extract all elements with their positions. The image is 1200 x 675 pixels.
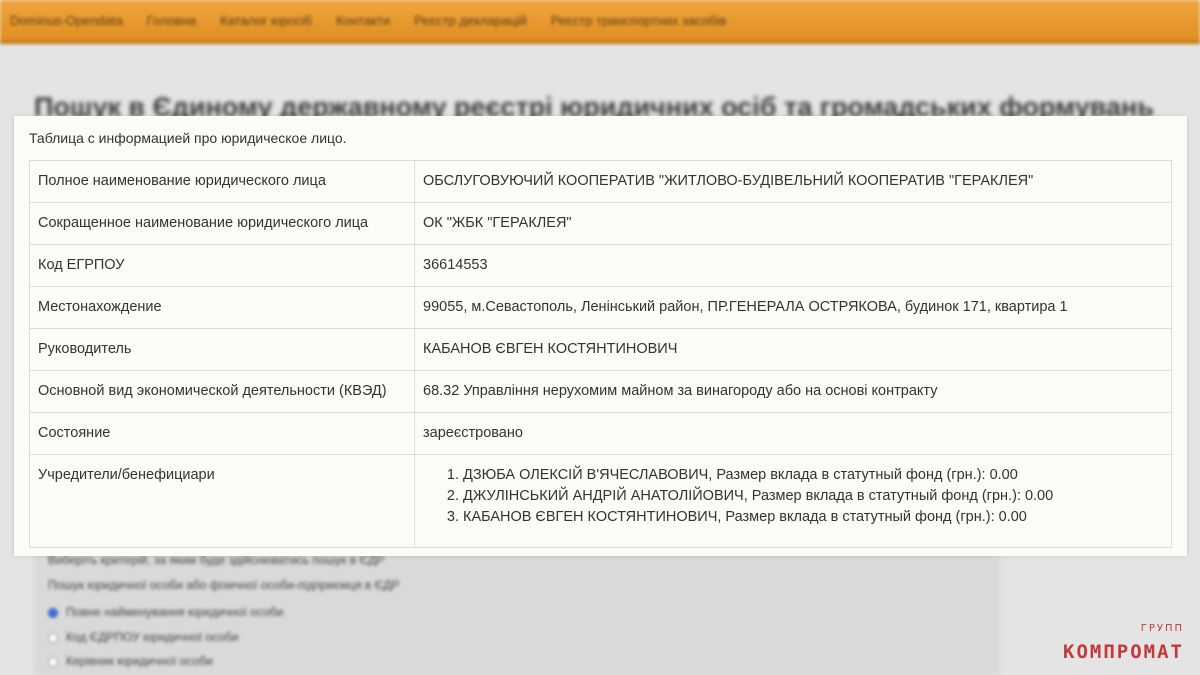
- nav-declarations[interactable]: Реєстр декларацій: [414, 13, 527, 28]
- row-key-code: Код ЕГРПОУ: [29, 244, 415, 287]
- table-row: Основной вид экономической деятельности …: [29, 370, 1172, 413]
- list-item: ДЗЮБА ОЛЕКСІЙ В'ЯЧЕСЛАВОВИЧ, Размер вкла…: [463, 465, 1163, 486]
- row-value-code: 36614553: [414, 244, 1172, 287]
- row-value-full-name: ОБСЛУГОВУЮЧИЙ КООПЕРАТИВ "ЖИТЛОВО-БУДІВЕ…: [414, 160, 1172, 203]
- row-key-location: Местонахождение: [29, 286, 415, 329]
- nav-brand[interactable]: Dominus-Opendata: [10, 13, 123, 28]
- row-key-founders: Учредители/бенефициари: [29, 454, 415, 548]
- radio-icon[interactable]: [48, 656, 58, 667]
- table-row: Руководитель КАБАНОВ ЄВГЕН КОСТЯНТИНОВИЧ: [29, 328, 1172, 371]
- row-value-activity: 68.32 Управління нерухомим майном за вин…: [414, 370, 1172, 413]
- table-caption: Таблица с информацией про юридическое ли…: [29, 130, 347, 146]
- radio-label: Керівник юридичної особи: [66, 654, 213, 668]
- radio-label: Код ЄДРПОУ юридичної особи: [66, 630, 239, 644]
- radio-icon[interactable]: [48, 607, 58, 618]
- radio-icon[interactable]: [48, 632, 58, 643]
- list-item: ДЖУЛІНСЬКИЙ АНДРІЙ АНАТОЛІЙОВИЧ, Размер …: [463, 486, 1163, 507]
- row-key-director: Руководитель: [29, 328, 415, 371]
- watermark-small-text: ГРУПП: [1140, 623, 1184, 634]
- row-key-status: Состояние: [29, 412, 415, 455]
- table-row: Местонахождение 99055, м.Севастополь, Ле…: [29, 286, 1172, 329]
- row-value-short-name: ОК "ЖБК "ГЕРАКЛЕЯ": [414, 202, 1172, 245]
- nav-catalog[interactable]: Каталог юросіб: [220, 13, 312, 28]
- list-item: КАБАНОВ ЄВГЕН КОСТЯНТИНОВИЧ, Размер вкла…: [463, 507, 1163, 528]
- nav-home[interactable]: Головна: [147, 13, 196, 28]
- table-row: Учредители/бенефициари ДЗЮБА ОЛЕКСІЙ В'Я…: [29, 454, 1172, 548]
- row-key-short-name: Сокращенное наименование юридического ли…: [29, 202, 415, 245]
- table-row: Сокращенное наименование юридического ли…: [29, 202, 1172, 245]
- table-row: Код ЕГРПОУ 36614553: [29, 244, 1172, 287]
- row-value-location: 99055, м.Севастополь, Ленінський район, …: [414, 286, 1172, 329]
- founders-list: ДЗЮБА ОЛЕКСІЙ В'ЯЧЕСЛАВОВИЧ, Размер вкла…: [463, 465, 1163, 528]
- top-navigation: Dominus-Opendata Головна Каталог юросіб …: [0, 0, 1200, 44]
- row-value-status: зареєстровано: [414, 412, 1172, 455]
- row-key-full-name: Полное наименование юридического лица: [29, 160, 415, 203]
- form-subtitle: Пошук юридичної особи або фізичної особи…: [48, 578, 400, 592]
- nav-contacts[interactable]: Контакти: [336, 13, 390, 28]
- nav-vehicles[interactable]: Реєстр транспортних засобів: [551, 13, 726, 28]
- row-key-activity: Основной вид экономической деятельности …: [29, 370, 415, 413]
- table-row: Полное наименование юридического лица ОБ…: [29, 160, 1172, 203]
- radio-code[interactable]: Код ЄДРПОУ юридичної особи: [48, 630, 239, 644]
- watermark-main-text: КОМПРОМАТ: [1063, 641, 1184, 663]
- legal-entity-info-panel: Таблица с информацией про юридическое ли…: [14, 116, 1187, 556]
- legal-entity-table: Полное наименование юридического лица ОБ…: [29, 160, 1172, 548]
- row-value-founders: ДЗЮБА ОЛЕКСІЙ В'ЯЧЕСЛАВОВИЧ, Размер вкла…: [414, 454, 1172, 548]
- radio-label: Повне найменування юридичної особи: [66, 605, 284, 619]
- radio-full-name[interactable]: Повне найменування юридичної особи: [48, 605, 283, 619]
- table-row: Состояние зареєстровано: [29, 412, 1172, 455]
- row-value-director: КАБАНОВ ЄВГЕН КОСТЯНТИНОВИЧ: [414, 328, 1172, 371]
- radio-head[interactable]: Керівник юридичної особи: [48, 654, 213, 668]
- watermark-logo: ГРУПП КОМПРОМАТ: [1034, 623, 1184, 663]
